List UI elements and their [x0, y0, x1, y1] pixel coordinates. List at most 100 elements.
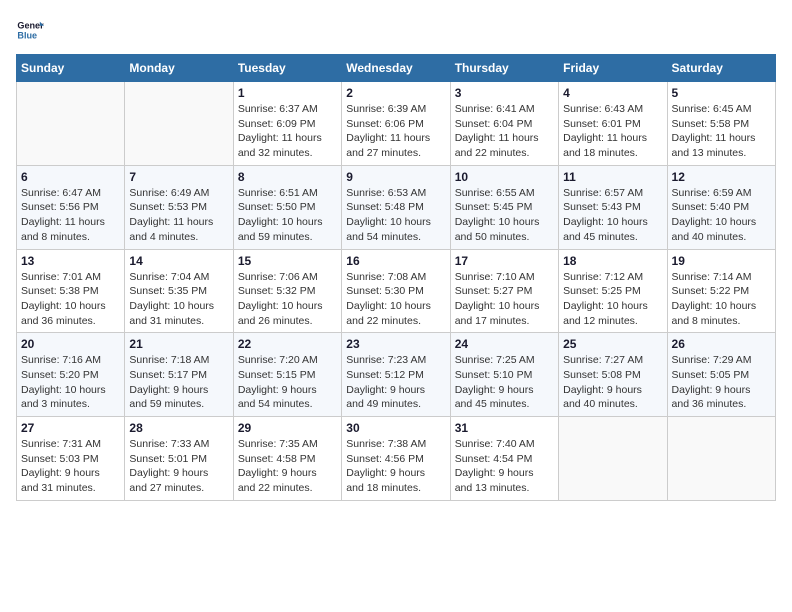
logo: General Blue	[16, 16, 50, 44]
day-number: 24	[455, 337, 554, 351]
day-number: 13	[21, 254, 120, 268]
day-number: 17	[455, 254, 554, 268]
day-info: Sunrise: 7:31 AM Sunset: 5:03 PM Dayligh…	[21, 437, 120, 496]
calendar-cell: 30 Sunrise: 7:38 AM Sunset: 4:56 PM Dayli…	[342, 417, 450, 501]
day-info: Sunrise: 7:29 AM Sunset: 5:05 PM Dayligh…	[672, 353, 771, 412]
calendar-cell: 11 Sunrise: 6:57 AM Sunset: 5:43 PM Dayli…	[559, 165, 667, 249]
calendar-cell: 14 Sunrise: 7:04 AM Sunset: 5:35 PM Dayli…	[125, 249, 233, 333]
calendar-cell: 12 Sunrise: 6:59 AM Sunset: 5:40 PM Dayli…	[667, 165, 775, 249]
day-header-wednesday: Wednesday	[342, 55, 450, 82]
day-info: Sunrise: 6:43 AM Sunset: 6:01 PM Dayligh…	[563, 102, 662, 161]
day-info: Sunrise: 7:25 AM Sunset: 5:10 PM Dayligh…	[455, 353, 554, 412]
calendar-cell: 15 Sunrise: 7:06 AM Sunset: 5:32 PM Dayli…	[233, 249, 341, 333]
day-number: 4	[563, 86, 662, 100]
day-number: 19	[672, 254, 771, 268]
calendar-cell	[559, 417, 667, 501]
calendar-cell: 18 Sunrise: 7:12 AM Sunset: 5:25 PM Dayli…	[559, 249, 667, 333]
day-number: 26	[672, 337, 771, 351]
logo-icon: General Blue	[16, 16, 44, 44]
day-number: 30	[346, 421, 445, 435]
day-number: 18	[563, 254, 662, 268]
calendar-cell: 8Sunrise: 6:51 AM Sunset: 5:50 PM Daylig…	[233, 165, 341, 249]
day-number: 23	[346, 337, 445, 351]
page: General Blue SundayMondayTuesdayWednesda…	[0, 0, 792, 612]
calendar-cell: 24 Sunrise: 7:25 AM Sunset: 5:10 PM Dayli…	[450, 333, 558, 417]
calendar-cell: 3 Sunrise: 6:41 AM Sunset: 6:04 PM Daylig…	[450, 82, 558, 166]
day-number: 27	[21, 421, 120, 435]
day-number: 7	[129, 170, 228, 184]
day-info: Sunrise: 7:04 AM Sunset: 5:35 PM Dayligh…	[129, 270, 228, 329]
day-info: Sunrise: 7:16 AM Sunset: 5:20 PM Dayligh…	[21, 353, 120, 412]
calendar-cell: 4 Sunrise: 6:43 AM Sunset: 6:01 PM Daylig…	[559, 82, 667, 166]
calendar-cell: 1 Sunrise: 6:37 AM Sunset: 6:09 PM Daylig…	[233, 82, 341, 166]
day-header-saturday: Saturday	[667, 55, 775, 82]
day-info: Sunrise: 7:01 AM Sunset: 5:38 PM Dayligh…	[21, 270, 120, 329]
calendar-cell: 9Sunrise: 6:53 AM Sunset: 5:48 PM Daylig…	[342, 165, 450, 249]
calendar-cell: 23 Sunrise: 7:23 AM Sunset: 5:12 PM Dayli…	[342, 333, 450, 417]
calendar-cell: 26 Sunrise: 7:29 AM Sunset: 5:05 PM Dayli…	[667, 333, 775, 417]
day-number: 14	[129, 254, 228, 268]
day-info: Sunrise: 6:39 AM Sunset: 6:06 PM Dayligh…	[346, 102, 445, 161]
day-header-tuesday: Tuesday	[233, 55, 341, 82]
day-number: 11	[563, 170, 662, 184]
calendar-cell: 29Sunrise: 7:35 AM Sunset: 4:58 PM Dayli…	[233, 417, 341, 501]
day-number: 22	[238, 337, 337, 351]
calendar-cell: 6 Sunrise: 6:47 AM Sunset: 5:56 PM Daylig…	[17, 165, 125, 249]
day-info: Sunrise: 7:10 AM Sunset: 5:27 PM Dayligh…	[455, 270, 554, 329]
svg-text:Blue: Blue	[17, 30, 37, 40]
calendar-cell: 17 Sunrise: 7:10 AM Sunset: 5:27 PM Dayli…	[450, 249, 558, 333]
day-number: 29	[238, 421, 337, 435]
day-number: 15	[238, 254, 337, 268]
day-number: 1	[238, 86, 337, 100]
day-info: Sunrise: 7:33 AM Sunset: 5:01 PM Dayligh…	[129, 437, 228, 496]
day-header-sunday: Sunday	[17, 55, 125, 82]
day-info: Sunrise: 6:41 AM Sunset: 6:04 PM Dayligh…	[455, 102, 554, 161]
header: General Blue	[16, 16, 776, 44]
day-number: 16	[346, 254, 445, 268]
calendar-cell: 22 Sunrise: 7:20 AM Sunset: 5:15 PM Dayli…	[233, 333, 341, 417]
day-header-monday: Monday	[125, 55, 233, 82]
day-info: Sunrise: 6:59 AM Sunset: 5:40 PM Dayligh…	[672, 186, 771, 245]
day-number: 6	[21, 170, 120, 184]
day-number: 31	[455, 421, 554, 435]
day-number: 8	[238, 170, 337, 184]
calendar-week-4: 20Sunrise: 7:16 AM Sunset: 5:20 PM Dayli…	[17, 333, 776, 417]
calendar-cell: 21Sunrise: 7:18 AM Sunset: 5:17 PM Dayli…	[125, 333, 233, 417]
day-info: Sunrise: 6:37 AM Sunset: 6:09 PM Dayligh…	[238, 102, 337, 161]
day-number: 3	[455, 86, 554, 100]
calendar-cell: 5Sunrise: 6:45 AM Sunset: 5:58 PM Daylig…	[667, 82, 775, 166]
calendar-cell: 16 Sunrise: 7:08 AM Sunset: 5:30 PM Dayli…	[342, 249, 450, 333]
day-number: 12	[672, 170, 771, 184]
day-info: Sunrise: 7:20 AM Sunset: 5:15 PM Dayligh…	[238, 353, 337, 412]
day-info: Sunrise: 6:45 AM Sunset: 5:58 PM Dayligh…	[672, 102, 771, 161]
calendar-cell: 2Sunrise: 6:39 AM Sunset: 6:06 PM Daylig…	[342, 82, 450, 166]
calendar-cell: 27 Sunrise: 7:31 AM Sunset: 5:03 PM Dayli…	[17, 417, 125, 501]
calendar-cell	[17, 82, 125, 166]
day-info: Sunrise: 7:08 AM Sunset: 5:30 PM Dayligh…	[346, 270, 445, 329]
calendar-cell: 20Sunrise: 7:16 AM Sunset: 5:20 PM Dayli…	[17, 333, 125, 417]
day-info: Sunrise: 7:23 AM Sunset: 5:12 PM Dayligh…	[346, 353, 445, 412]
day-info: Sunrise: 7:38 AM Sunset: 4:56 PM Dayligh…	[346, 437, 445, 496]
day-number: 25	[563, 337, 662, 351]
day-info: Sunrise: 7:27 AM Sunset: 5:08 PM Dayligh…	[563, 353, 662, 412]
day-header-friday: Friday	[559, 55, 667, 82]
day-info: Sunrise: 6:57 AM Sunset: 5:43 PM Dayligh…	[563, 186, 662, 245]
calendar-week-1: 1 Sunrise: 6:37 AM Sunset: 6:09 PM Daylig…	[17, 82, 776, 166]
calendar-cell: 28Sunrise: 7:33 AM Sunset: 5:01 PM Dayli…	[125, 417, 233, 501]
calendar-cell: 31Sunrise: 7:40 AM Sunset: 4:54 PM Dayli…	[450, 417, 558, 501]
calendar-cell	[125, 82, 233, 166]
calendar-table: SundayMondayTuesdayWednesdayThursdayFrid…	[16, 54, 776, 501]
calendar-week-5: 27 Sunrise: 7:31 AM Sunset: 5:03 PM Dayli…	[17, 417, 776, 501]
calendar-week-2: 6 Sunrise: 6:47 AM Sunset: 5:56 PM Daylig…	[17, 165, 776, 249]
day-info: Sunrise: 6:49 AM Sunset: 5:53 PM Dayligh…	[129, 186, 228, 245]
calendar-cell: 13 Sunrise: 7:01 AM Sunset: 5:38 PM Dayli…	[17, 249, 125, 333]
day-info: Sunrise: 7:06 AM Sunset: 5:32 PM Dayligh…	[238, 270, 337, 329]
day-info: Sunrise: 7:12 AM Sunset: 5:25 PM Dayligh…	[563, 270, 662, 329]
calendar-cell: 10Sunrise: 6:55 AM Sunset: 5:45 PM Dayli…	[450, 165, 558, 249]
day-header-thursday: Thursday	[450, 55, 558, 82]
calendar-header-row: SundayMondayTuesdayWednesdayThursdayFrid…	[17, 55, 776, 82]
calendar-cell	[667, 417, 775, 501]
day-info: Sunrise: 6:47 AM Sunset: 5:56 PM Dayligh…	[21, 186, 120, 245]
day-info: Sunrise: 7:18 AM Sunset: 5:17 PM Dayligh…	[129, 353, 228, 412]
day-number: 9	[346, 170, 445, 184]
